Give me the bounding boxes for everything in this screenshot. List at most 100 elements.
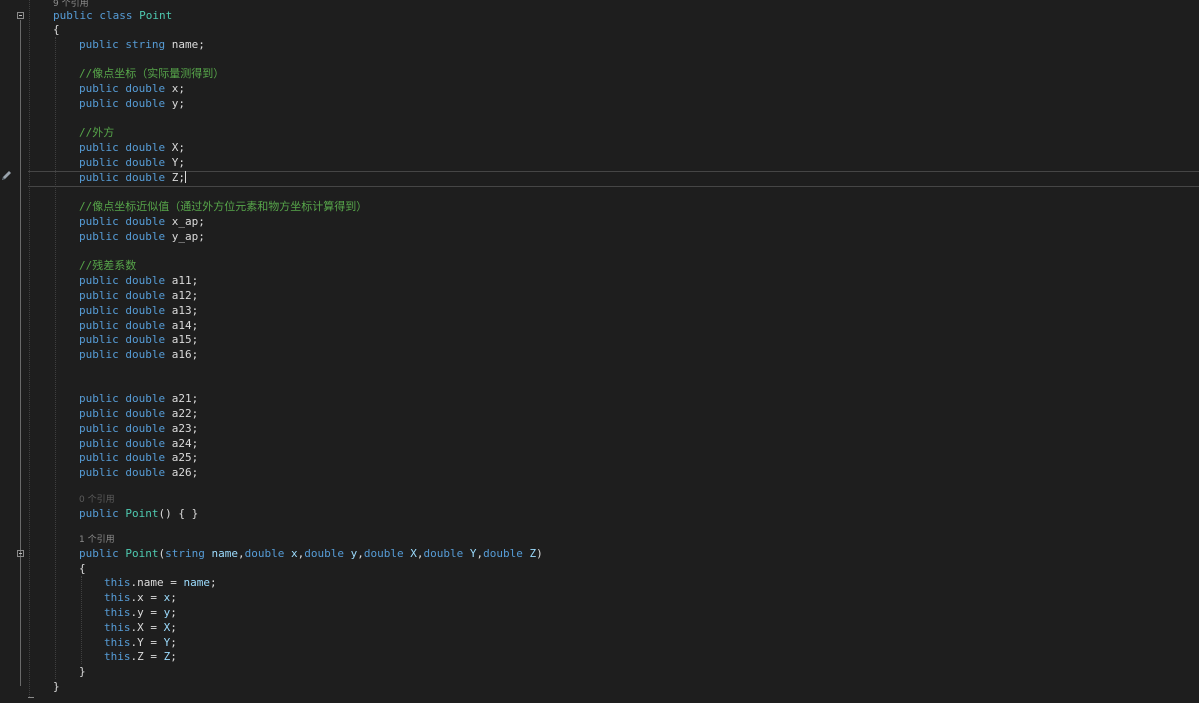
code-comment: //像点坐标（实际量测得到）: [79, 67, 225, 80]
code-line-field: public double x_ap;: [79, 215, 205, 229]
pencil-icon: [2, 171, 11, 180]
assignment-target: .Y =: [130, 636, 164, 649]
type-keyword: double: [125, 392, 166, 405]
code-line-constructor-signature: public Point(string name,double x,double…: [79, 547, 543, 561]
code-line-field: public double a25;: [79, 451, 198, 465]
field-identifier: y_ap;: [165, 230, 205, 243]
keyword: public: [79, 82, 119, 95]
code-line-assignment: this.Z = Z;: [104, 650, 177, 664]
this-keyword: this: [104, 650, 131, 663]
keyword: public: [79, 304, 119, 317]
reference-count-hint[interactable]: 1 个引用: [79, 535, 115, 545]
type-keyword: double: [125, 407, 166, 420]
reference-count-hint[interactable]: 0 个引用: [79, 495, 115, 505]
code-line-field: public double a14;: [79, 319, 198, 333]
keyword: public: [79, 407, 119, 420]
type-keyword: string: [165, 547, 205, 560]
punctuation: ;: [170, 591, 177, 604]
punctuation: ): [536, 547, 543, 560]
reference-count-hint[interactable]: 9 个引用: [53, 0, 89, 9]
this-keyword: this: [104, 576, 131, 589]
code-line-field: public double a16;: [79, 348, 198, 362]
keyword: public: [79, 392, 119, 405]
code-line-field: public double x;: [79, 82, 185, 96]
field-identifier: a21;: [165, 392, 199, 405]
code-comment: //外方: [79, 126, 115, 139]
keyword: class: [99, 9, 133, 22]
keyword: public: [79, 230, 119, 243]
type-keyword: double: [125, 319, 166, 332]
keyword: public: [79, 422, 119, 435]
assignment-target: .x =: [130, 591, 164, 604]
parameter-name: X: [403, 547, 417, 560]
this-keyword: this: [104, 606, 131, 619]
field-identifier: a11;: [165, 274, 199, 287]
field-identifier: a12;: [165, 289, 199, 302]
field-identifier: y;: [165, 97, 185, 110]
fold-collapse-icon[interactable]: [17, 12, 24, 19]
keyword: public: [79, 141, 119, 154]
field-identifier: a15;: [165, 333, 199, 346]
type-keyword: double: [125, 215, 166, 228]
keyword: public: [79, 319, 119, 332]
type-keyword: double: [125, 348, 166, 361]
code-line-field-current[interactable]: public double Z;: [79, 171, 186, 185]
code-line-field: public double a12;: [79, 289, 198, 303]
type-keyword: double: [125, 230, 166, 243]
code-line-class-declaration: public class Point: [53, 9, 172, 23]
code-line-field: public double y;: [79, 97, 185, 111]
keyword: public: [79, 215, 119, 228]
code-line-close-brace: }: [79, 665, 86, 678]
type-keyword: double: [125, 451, 166, 464]
type-keyword: double: [125, 82, 166, 95]
code-line-field: public double X;: [79, 141, 185, 155]
field-identifier: x_ap;: [165, 215, 205, 228]
field-identifier: Z;: [165, 171, 185, 184]
code-comment: //像点坐标近似值（通过外方位元素和物方坐标计算得到）: [79, 200, 368, 213]
keyword: public: [53, 9, 93, 22]
code-line-field: public double y_ap;: [79, 230, 205, 244]
type-keyword: double: [483, 547, 523, 560]
indent-guide: [29, 0, 30, 697]
keyword: public: [79, 333, 119, 346]
keyword: public: [79, 348, 119, 361]
code-line-field: public double a24;: [79, 437, 198, 451]
field-identifier: Y;: [165, 156, 185, 169]
code-line-field: public double Y;: [79, 156, 185, 170]
indent-guide: [55, 37, 56, 679]
fold-end-marker: [28, 697, 34, 698]
constructor-name: Point: [125, 547, 159, 560]
code-line-field: public double a13;: [79, 304, 198, 318]
keyword: public: [79, 97, 119, 110]
type-keyword: double: [125, 156, 166, 169]
code-line-assignment: this.X = X;: [104, 621, 177, 635]
field-identifier: a25;: [165, 451, 199, 464]
type-keyword: double: [423, 547, 464, 560]
punctuation: ;: [170, 636, 177, 649]
indent-guide: [81, 576, 82, 664]
punctuation: ,: [238, 547, 245, 560]
code-line-field: public double a21;: [79, 392, 198, 406]
assignment-target: .y =: [130, 606, 164, 619]
keyword: public: [79, 274, 119, 287]
type-keyword: double: [304, 547, 344, 560]
type-keyword: double: [244, 547, 285, 560]
parameter-name: Z: [522, 547, 537, 560]
type-keyword: double: [125, 333, 166, 346]
fold-region-line: [20, 20, 21, 686]
code-line-constructor: public Point() { }: [79, 507, 198, 521]
type-keyword: double: [125, 97, 166, 110]
code-line-field: public string name;: [79, 38, 205, 52]
field-identifier: a16;: [165, 348, 199, 361]
code-line-field: public double a22;: [79, 407, 198, 421]
fold-collapse-icon[interactable]: [17, 550, 24, 557]
type-keyword: double: [125, 422, 166, 435]
field-identifier: a13;: [165, 304, 199, 317]
keyword: public: [79, 437, 119, 450]
code-editor[interactable]: 9 个引用 public class Point { public string…: [0, 0, 1199, 703]
punctuation: ,: [357, 547, 364, 560]
field-identifier: a22;: [165, 407, 199, 420]
assignment-target: .Z =: [130, 650, 164, 663]
keyword: public: [79, 38, 119, 51]
type-keyword: double: [125, 289, 166, 302]
